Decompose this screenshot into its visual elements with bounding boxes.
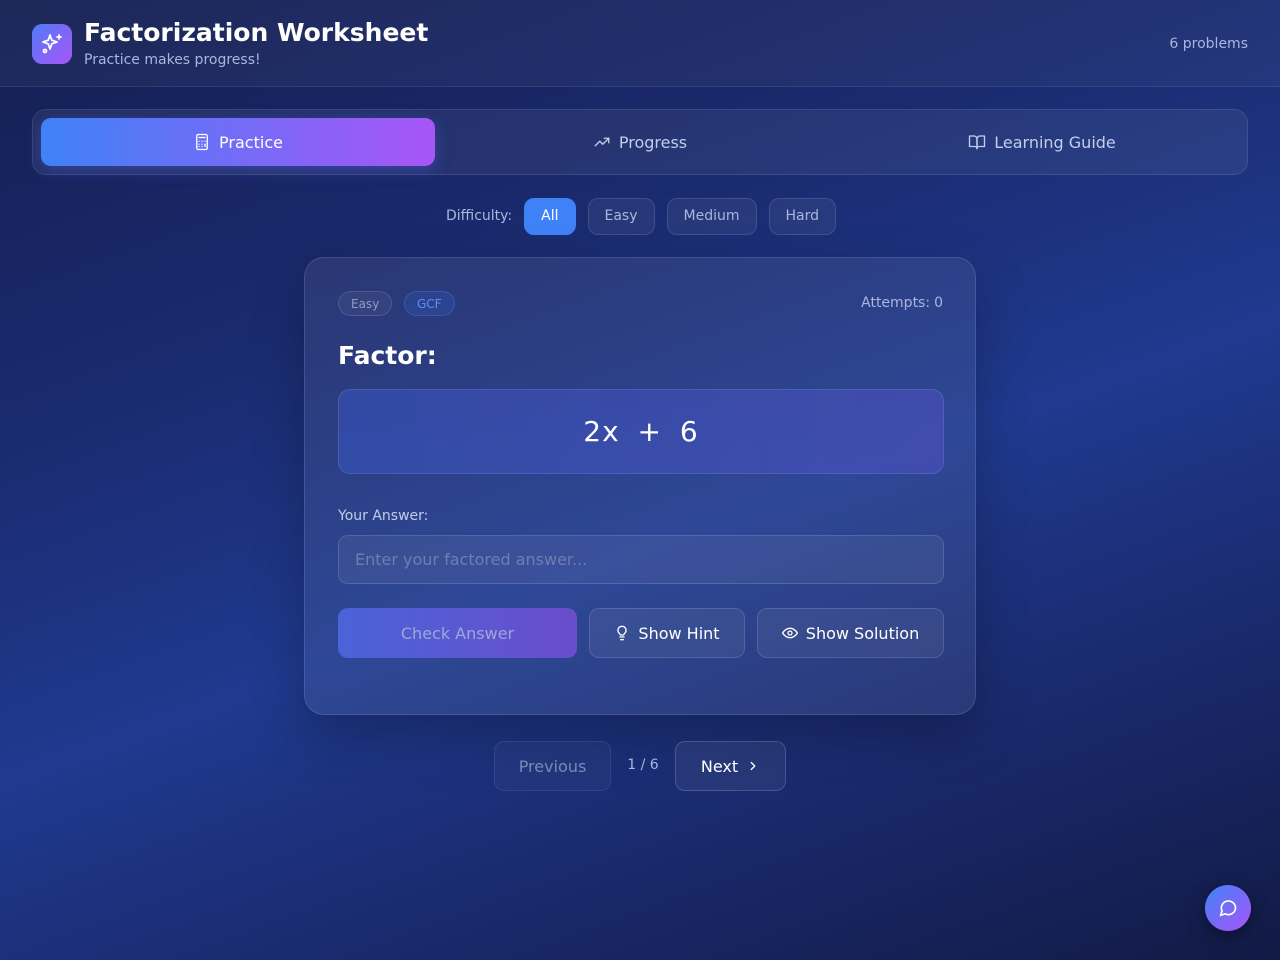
tab-bar: Practice Progress Learning Guide [32, 109, 1248, 175]
attempts-label: Attempts: [861, 295, 931, 311]
next-label: Next [700, 756, 739, 776]
difficulty-filter: Difficulty: All Easy Medium Hard [446, 197, 837, 235]
problem-type-badge: GCF [404, 291, 455, 316]
answer-input[interactable] [338, 535, 944, 584]
answer-label: Your Answer: [338, 508, 429, 524]
show-solution-label: Show Solution [805, 623, 920, 643]
calculator-icon [196, 133, 208, 151]
chevron-right-icon [750, 761, 756, 771]
page-indicator: 1 / 6 [627, 757, 659, 773]
attempts-counter: Attempts: 0 [857, 295, 943, 311]
expression-display: 2x + 6 [338, 389, 944, 474]
tab-learning-guide[interactable]: Learning Guide [845, 118, 1239, 166]
app-logo [32, 24, 72, 64]
difficulty-all-button[interactable]: All [524, 197, 576, 235]
show-hint-button[interactable]: Show Hint [589, 608, 745, 658]
book-open-icon [969, 135, 986, 150]
check-answer-button[interactable]: Check Answer [338, 608, 577, 658]
problem-card: Easy GCF Attempts: 0 Factor: 2x + 6 Your … [304, 257, 976, 715]
previous-button[interactable]: Previous [494, 741, 611, 791]
difficulty-hard-button[interactable]: Hard [768, 197, 837, 235]
tab-practice[interactable]: Practice [41, 118, 435, 166]
problem-count: 6 problems [1169, 36, 1248, 52]
difficulty-medium-button[interactable]: Medium [666, 197, 757, 235]
trending-up-icon [594, 137, 610, 147]
next-button[interactable]: Next [675, 741, 786, 791]
chat-button[interactable] [1205, 885, 1251, 931]
show-hint-label: Show Hint [638, 623, 720, 643]
difficulty-label: Difficulty: [446, 208, 513, 224]
attempts-value: 0 [934, 295, 943, 311]
difficulty-easy-button[interactable]: Easy [587, 197, 655, 235]
difficulty-badge: Easy [338, 291, 393, 316]
eye-icon [781, 627, 798, 639]
tab-practice-label: Practice [219, 132, 283, 152]
lightbulb-icon [617, 625, 628, 641]
sparkles-icon [42, 34, 62, 54]
chat-bubble-icon [1219, 900, 1237, 917]
app-subtitle: Practice makes progress! [84, 52, 261, 68]
tab-progress-label: Progress [618, 132, 688, 152]
app-header: Factorization Worksheet Practice makes p… [0, 0, 1280, 87]
show-solution-button[interactable]: Show Solution [757, 608, 944, 658]
tab-progress[interactable]: Progress [443, 118, 837, 166]
app-title: Factorization Worksheet [84, 18, 429, 47]
tab-learning-guide-label: Learning Guide [994, 132, 1116, 152]
problem-prompt: Factor: [338, 341, 437, 370]
